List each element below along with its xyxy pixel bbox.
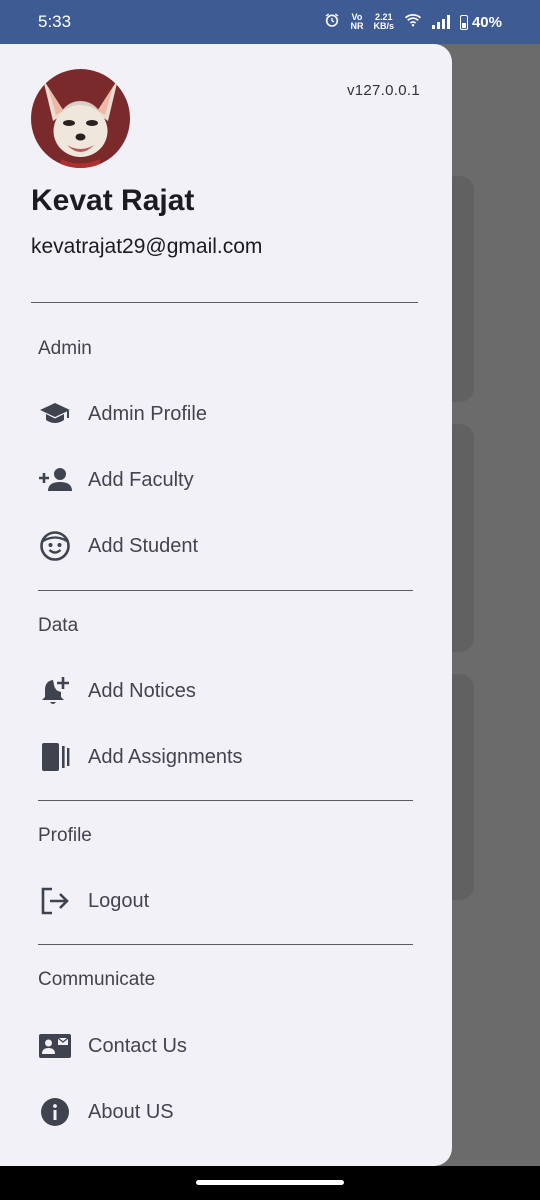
menu-item-label: Add Student xyxy=(88,534,199,557)
wifi-icon xyxy=(404,13,422,31)
section-title-admin: Admin xyxy=(38,338,92,359)
menu-item-add-assignments[interactable]: Add Assignments xyxy=(38,737,243,777)
menu-item-about-us[interactable]: About US xyxy=(38,1092,174,1132)
section-title-communicate: Communicate xyxy=(38,969,156,990)
status-bar: 5:33 Vo NR 2.21 KB/s 40% xyxy=(0,0,540,44)
section-divider xyxy=(38,944,413,945)
book-icon xyxy=(38,740,72,774)
logout-icon xyxy=(38,884,72,918)
section-divider xyxy=(38,590,413,591)
user-email: kevatrajat29@gmail.com xyxy=(31,235,263,258)
menu-item-label: Add Faculty xyxy=(88,468,194,491)
avatar[interactable] xyxy=(31,69,130,168)
menu-item-label: About US xyxy=(88,1100,174,1123)
status-time: 5:33 xyxy=(38,12,72,31)
section-title-data: Data xyxy=(38,615,79,636)
menu-item-label: Add Notices xyxy=(88,679,196,702)
battery-icon xyxy=(459,14,468,30)
face-icon xyxy=(38,529,72,563)
section-divider xyxy=(38,800,413,801)
menu-item-admin-profile[interactable]: Admin Profile xyxy=(38,394,207,434)
network-speed: 2.21 KB/s xyxy=(373,12,394,31)
menu-item-add-faculty[interactable]: Add Faculty xyxy=(38,460,194,500)
section-title-profile: Profile xyxy=(38,825,92,846)
menu-item-label: Admin Profile xyxy=(88,402,207,425)
menu-item-label: Add Assignments xyxy=(88,745,243,768)
user-name: Kevat Rajat xyxy=(31,184,195,217)
home-gesture-handle[interactable] xyxy=(196,1180,344,1185)
info-icon xyxy=(38,1095,72,1129)
navigation-drawer: v127.0.0.1 Kevat Rajat kevatrajat29@gmai… xyxy=(0,44,452,1166)
header-divider xyxy=(31,302,418,303)
signal-icon xyxy=(431,15,450,29)
notification-add-icon xyxy=(38,674,72,708)
menu-item-add-notices[interactable]: Add Notices xyxy=(38,671,196,711)
menu-item-label: Logout xyxy=(88,889,150,912)
menu-item-contact-us[interactable]: Contact Us xyxy=(38,1026,187,1066)
menu-item-logout[interactable]: Logout xyxy=(38,881,149,921)
app-version: v127.0.0.1 xyxy=(346,82,420,99)
alarm-icon xyxy=(324,12,340,32)
battery-level: 40% xyxy=(471,13,502,31)
contact-card-icon xyxy=(38,1029,72,1063)
system-nav-bar xyxy=(0,1166,540,1200)
menu-item-add-student[interactable]: Add Student xyxy=(38,526,198,566)
menu-item-label: Contact Us xyxy=(88,1034,187,1057)
volte-indicator: Vo NR xyxy=(350,12,364,31)
graduation-cap-icon xyxy=(38,397,72,431)
person-add-icon xyxy=(38,463,72,497)
